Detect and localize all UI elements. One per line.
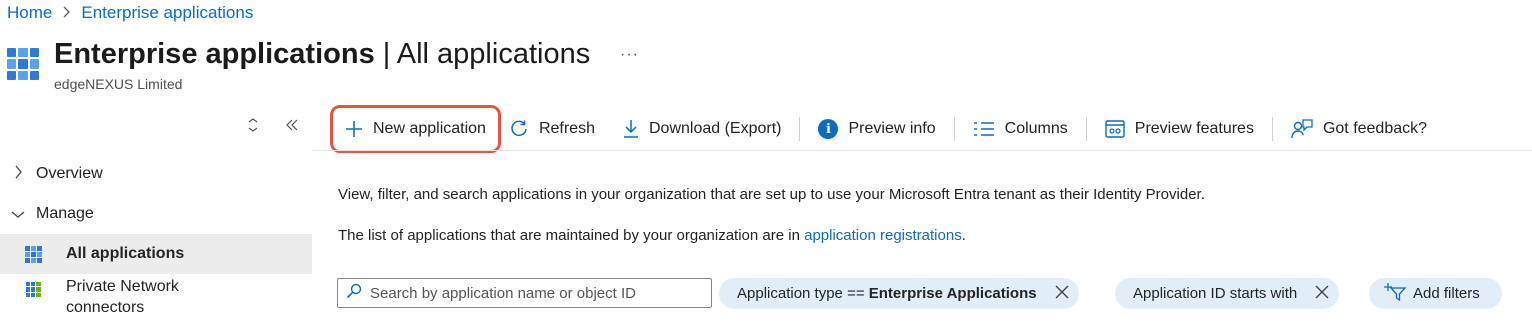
- grid-app-icon: [7, 48, 39, 80]
- new-application-label: New application: [373, 120, 486, 137]
- sidebar-item-private-network-connectors[interactable]: Private Network connectors: [0, 274, 312, 320]
- search-icon: [346, 283, 362, 303]
- columns-icon: [973, 122, 995, 136]
- grid-app-icon: [24, 245, 42, 263]
- expand-collapse-icon[interactable]: [248, 118, 258, 137]
- filter-pill-application-id[interactable]: Application ID starts with: [1115, 278, 1340, 309]
- refresh-icon: [509, 119, 529, 139]
- sidebar-item-overview[interactable]: Overview: [0, 154, 312, 194]
- sidebar-item-label: Overview: [36, 165, 103, 182]
- download-label: Download (Export): [648, 120, 782, 137]
- sidebar-item-label: Private Network connectors: [66, 278, 179, 316]
- feedback-icon: [1291, 119, 1313, 139]
- preview-info-button[interactable]: i Preview info: [804, 108, 949, 150]
- command-bar: New application Refresh Download (Export…: [330, 105, 1441, 153]
- breadcrumb: Home Enterprise applications: [7, 3, 253, 23]
- add-filters-button[interactable]: Add filters: [1369, 278, 1502, 309]
- application-registrations-link[interactable]: application registrations: [804, 227, 962, 244]
- registrations-note-text: The list of applications that are mainta…: [338, 227, 805, 244]
- more-options-button[interactable]: ···: [620, 46, 639, 64]
- tenant-name: edgeNEXUS Limited: [54, 76, 183, 92]
- preview-features-button[interactable]: Preview features: [1091, 108, 1268, 150]
- page-title: Enterprise applications | All applicatio…: [54, 36, 590, 72]
- plus-icon: [345, 120, 363, 138]
- page-header: Enterprise applications | All applicatio…: [7, 36, 590, 92]
- chevron-down-icon: [0, 206, 36, 223]
- sidebar-item-label: Manage: [36, 205, 94, 222]
- sidebar-controls: [248, 118, 298, 137]
- search-input[interactable]: [370, 284, 690, 302]
- new-application-button[interactable]: New application: [330, 105, 501, 153]
- collapse-sidebar-icon[interactable]: [286, 118, 298, 137]
- sidebar-item-label: All applications: [66, 245, 185, 262]
- search-box: [337, 278, 712, 308]
- feedback-button[interactable]: Got feedback?: [1277, 108, 1441, 150]
- sidebar-item-all-applications[interactable]: All applications: [0, 234, 312, 274]
- download-export-button[interactable]: Download (Export): [609, 108, 796, 150]
- toolbar-divider: [953, 117, 955, 141]
- refresh-button[interactable]: Refresh: [501, 108, 609, 150]
- filter-pill-application-type[interactable]: Application type == Enterprise Applicati…: [719, 278, 1079, 309]
- feedback-label: Got feedback?: [1322, 120, 1428, 137]
- toolbar-divider: [1085, 117, 1087, 141]
- add-filter-icon: [1383, 282, 1407, 306]
- toolbar-divider: [1271, 117, 1273, 141]
- registrations-note-end: .: [961, 227, 966, 244]
- info-icon: i: [818, 119, 839, 139]
- chevron-right-icon: [62, 5, 71, 22]
- preview-features-icon: [1105, 120, 1125, 138]
- breadcrumb-home[interactable]: Home: [7, 3, 52, 23]
- filter-pill-value: Enterprise Applications: [868, 285, 1037, 302]
- registrations-note: The list of applications that are mainta…: [338, 227, 966, 244]
- connector-icon: [25, 282, 41, 297]
- toolbar-divider-line: [312, 150, 1532, 151]
- add-filters-label: Add filters: [1413, 285, 1480, 302]
- filter-pill-label: Application ID starts with: [1133, 285, 1298, 302]
- sidebar: Overview Manage All applications Private…: [0, 154, 312, 320]
- filter-pill-text: Application type == Enterprise Applicati…: [737, 285, 1037, 302]
- columns-button[interactable]: Columns: [959, 108, 1082, 150]
- page-description: View, filter, and search applications in…: [338, 186, 1205, 203]
- filter-pill-label: Application type ==: [737, 285, 865, 302]
- close-icon[interactable]: [1315, 283, 1329, 304]
- chevron-right-icon: [0, 165, 36, 183]
- close-icon[interactable]: [1055, 283, 1069, 304]
- download-icon: [623, 119, 639, 139]
- refresh-label: Refresh: [538, 120, 595, 137]
- columns-label: Columns: [1004, 120, 1068, 137]
- page-title-separator: |: [374, 38, 397, 70]
- breadcrumb-enterprise-applications[interactable]: Enterprise applications: [81, 3, 253, 23]
- preview-features-label: Preview features: [1134, 120, 1254, 137]
- page-title-main: Enterprise applications: [54, 38, 375, 70]
- preview-info-label: Preview info: [848, 120, 936, 137]
- page-title-sub: All applications: [396, 38, 591, 70]
- toolbar-divider: [799, 117, 801, 141]
- sidebar-item-manage[interactable]: Manage: [0, 194, 312, 234]
